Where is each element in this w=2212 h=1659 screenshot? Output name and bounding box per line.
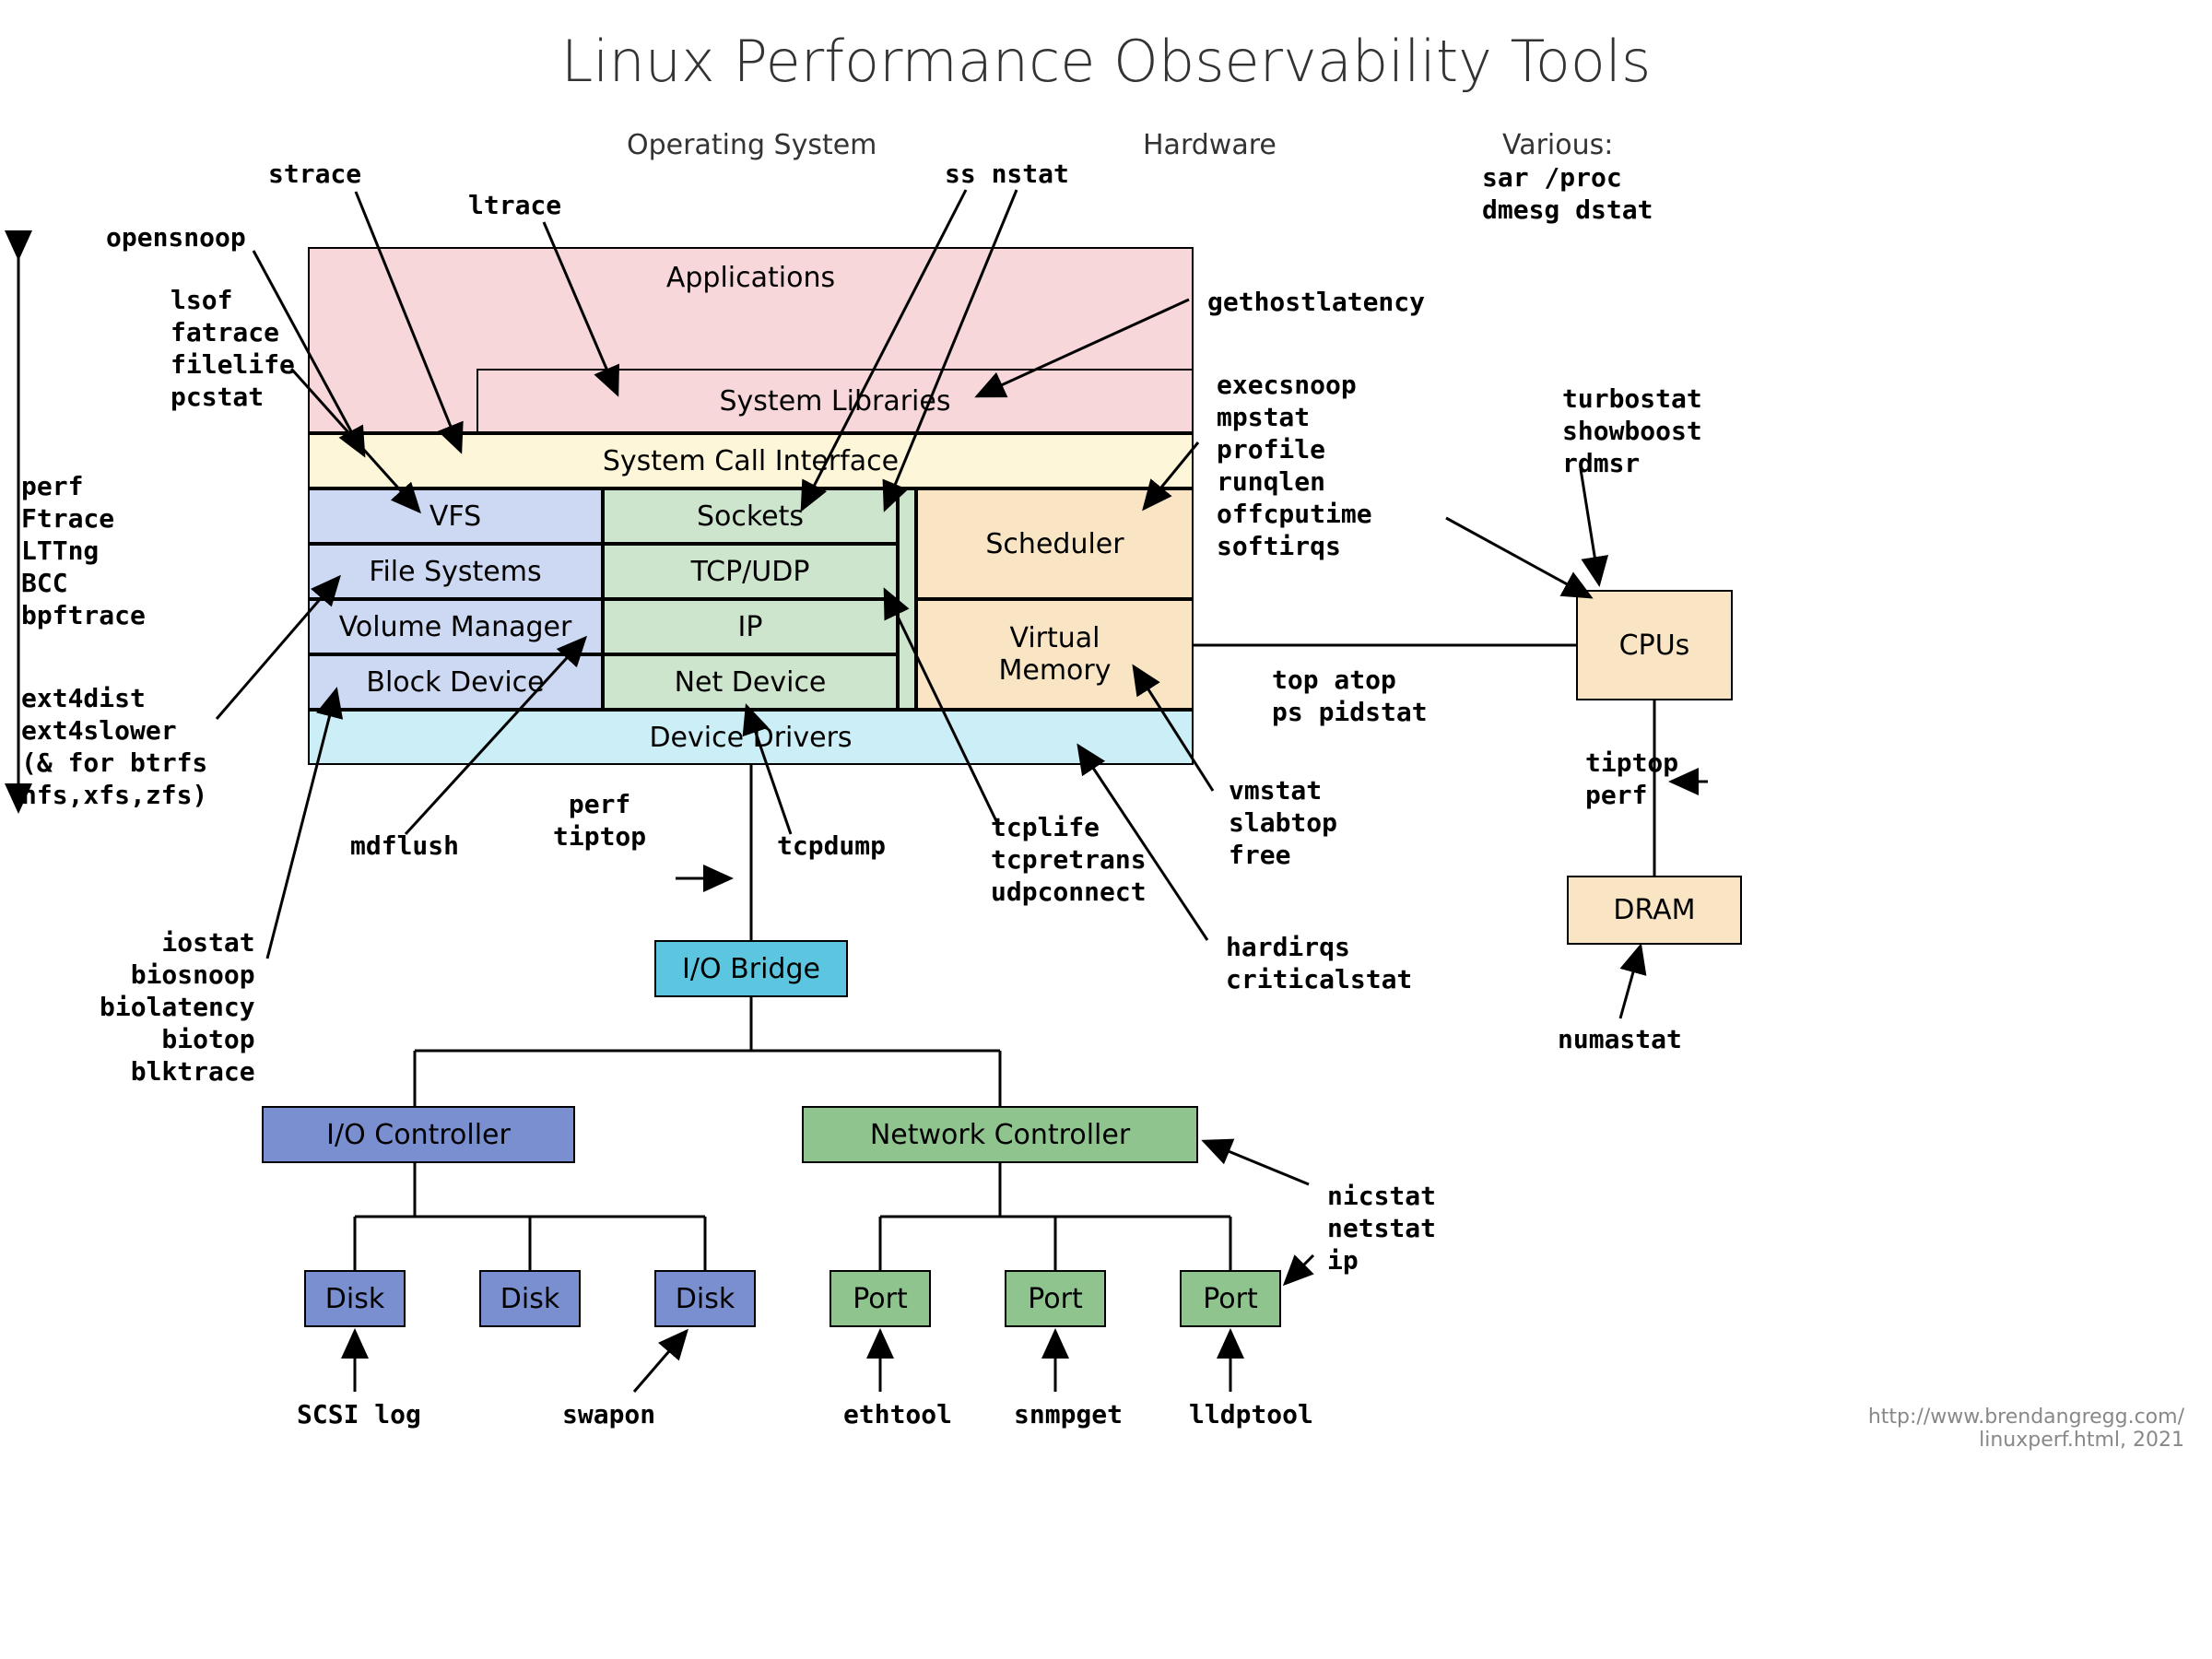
label-hardware: Hardware bbox=[1143, 129, 1277, 161]
box-port-3: Port bbox=[1180, 1270, 1281, 1327]
label-ext4-group: ext4dist ext4slower (& for btrfs nfs,xfs… bbox=[21, 682, 207, 811]
box-ip: IP bbox=[603, 599, 898, 654]
box-port-2: Port bbox=[1005, 1270, 1106, 1327]
diagram-title: Linux Performance Observability Tools bbox=[0, 28, 2212, 95]
box-vfs: VFS bbox=[308, 488, 603, 544]
label-turbostat-group: turbostat showboost rdmsr bbox=[1562, 382, 1702, 479]
box-disk-3: Disk bbox=[654, 1270, 756, 1327]
box-network-controller: Network Controller bbox=[802, 1106, 1198, 1163]
label-various: Various: bbox=[1502, 129, 1613, 161]
box-system-libraries: System Libraries bbox=[477, 369, 1194, 433]
box-scheduler: Scheduler bbox=[916, 488, 1194, 599]
label-vmstat-group: vmstat slabtop free bbox=[1229, 774, 1337, 871]
label-various-tools: sar /proc dmesg dstat bbox=[1482, 161, 1653, 226]
label-lldptool: lldptool bbox=[1189, 1398, 1313, 1430]
label-execsnoop-group: execsnoop mpstat profile runqlen offcput… bbox=[1217, 369, 1372, 562]
label-top-group: top atop ps pidstat bbox=[1272, 664, 1428, 728]
label-ethtool: ethtool bbox=[843, 1398, 952, 1430]
attribution: http://www.brendangregg.com/ linuxperf.h… bbox=[1868, 1406, 2184, 1452]
label-ss-nstat: ss nstat bbox=[945, 158, 1069, 190]
label-perf-group: perf Ftrace LTTng BCC bpftrace bbox=[21, 470, 146, 631]
label-operating-system: Operating System bbox=[627, 129, 877, 161]
box-port-1: Port bbox=[830, 1270, 931, 1327]
box-io-controller: I/O Controller bbox=[262, 1106, 575, 1163]
label-tiptop-perf: tiptop perf bbox=[1585, 747, 1678, 811]
label-ltrace: ltrace bbox=[468, 189, 561, 221]
box-filesystems: File Systems bbox=[308, 544, 603, 599]
label-lsof-group: lsof fatrace filelife pcstat bbox=[171, 284, 295, 413]
box-volume-manager: Volume Manager bbox=[308, 599, 603, 654]
label-numastat: numastat bbox=[1558, 1023, 1682, 1055]
box-io-bridge: I/O Bridge bbox=[654, 940, 848, 997]
box-block-device: Block Device bbox=[308, 654, 603, 710]
box-net-device: Net Device bbox=[603, 654, 898, 710]
box-disk-2: Disk bbox=[479, 1270, 581, 1327]
label-swapon: swapon bbox=[562, 1398, 655, 1430]
label-tcplife-group: tcplife tcpretrans udpconnect bbox=[991, 811, 1147, 908]
label-strace: strace bbox=[268, 158, 361, 190]
label-hardirqs-group: hardirqs criticalstat bbox=[1226, 931, 1412, 995]
box-syscall-interface: System Call Interface bbox=[308, 433, 1194, 488]
label-nicstat-group: nicstat netstat ip bbox=[1327, 1180, 1436, 1277]
label-perf-tiptop: perf tiptop bbox=[553, 788, 646, 853]
label-tcpdump: tcpdump bbox=[777, 830, 886, 862]
box-sockets-side bbox=[898, 488, 916, 710]
label-mdflush: mdflush bbox=[350, 830, 459, 862]
box-dram: DRAM bbox=[1567, 876, 1742, 945]
box-tcpudp: TCP/UDP bbox=[603, 544, 898, 599]
box-disk-1: Disk bbox=[304, 1270, 406, 1327]
box-sockets: Sockets bbox=[603, 488, 898, 544]
label-snmpget: snmpget bbox=[1014, 1398, 1123, 1430]
box-virtual-memory: Virtual Memory bbox=[916, 599, 1194, 710]
label-opensnoop: opensnoop bbox=[106, 221, 246, 253]
box-cpus: CPUs bbox=[1576, 590, 1733, 700]
label-iostat-group: iostat biosnoop biolatency biotop blktra… bbox=[100, 926, 255, 1088]
label-scsi-log: SCSI log bbox=[297, 1398, 421, 1430]
box-device-drivers: Device Drivers bbox=[308, 710, 1194, 765]
label-gethostlatency: gethostlatency bbox=[1207, 286, 1425, 318]
